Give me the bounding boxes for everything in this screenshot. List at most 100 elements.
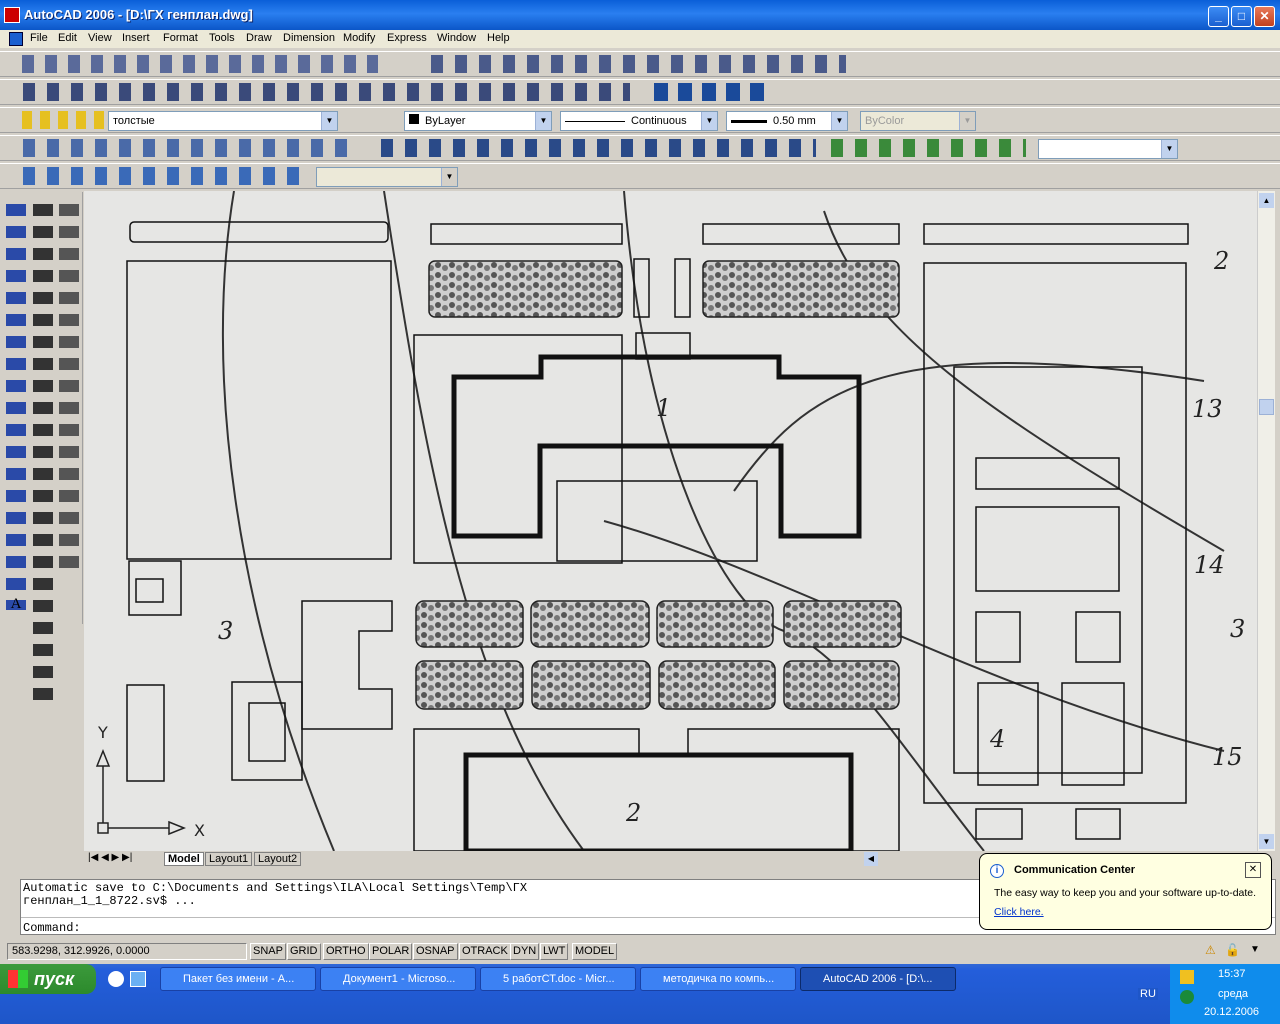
- status-menu-arrow-icon[interactable]: ▼: [1250, 944, 1260, 955]
- menu-dimension[interactable]: Dimension: [283, 32, 335, 44]
- solids-edit-icons[interactable]: [376, 139, 816, 157]
- menu-format[interactable]: Format: [163, 32, 198, 44]
- color-combo[interactable]: ByLayer ▼: [404, 111, 552, 131]
- menu-modify[interactable]: Modify: [343, 32, 375, 44]
- draw-modify-icons[interactable]: [18, 55, 378, 73]
- start-button[interactable]: пуск: [0, 964, 96, 994]
- solids-icons[interactable]: [18, 139, 358, 157]
- color-swatch: [409, 114, 419, 124]
- layer-state-icons: [18, 111, 108, 129]
- plan-label-4: 4: [989, 725, 1005, 753]
- minimize-button[interactable]: _: [1208, 6, 1229, 27]
- vertical-scrollbar[interactable]: ▲ ▼: [1257, 191, 1275, 851]
- clock-time[interactable]: 15:37: [1218, 968, 1246, 980]
- layer-combo[interactable]: толстые ▼: [108, 111, 338, 131]
- coordinates-display[interactable]: 583.9298, 312.9926, 0.0000: [7, 943, 247, 960]
- scroll-down-icon[interactable]: ▼: [1259, 834, 1274, 849]
- menu-view[interactable]: View: [88, 32, 112, 44]
- tab-model[interactable]: Model: [164, 852, 204, 866]
- tab-layout2[interactable]: Layout2: [254, 852, 302, 866]
- linetype-combo[interactable]: Continuous ▼: [560, 111, 718, 131]
- toolbar-row-4: ▼: [0, 135, 1280, 161]
- toolbar-row-5: ▼: [0, 163, 1280, 189]
- tray-update-icon[interactable]: [1180, 990, 1194, 1004]
- menu-bar: File Edit View Insert Format Tools Draw …: [0, 30, 1280, 74]
- grid-button[interactable]: GRID: [287, 943, 321, 960]
- solids-toolbar[interactable]: [59, 200, 79, 570]
- title-bar: AutoCAD 2006 - [D:\ГХ генплан.dwg] _ □ ✕: [0, 0, 1280, 30]
- plan-label-3-right: 3: [1230, 615, 1245, 643]
- site-plan-drawing: 1 2 3 4 13 14 3 15 2 Y X: [84, 191, 1257, 851]
- modify-toolbar[interactable]: [33, 200, 53, 710]
- command-prompt[interactable]: Command:: [23, 921, 81, 935]
- snap-button[interactable]: SNAP: [250, 943, 286, 960]
- menu-window[interactable]: Window: [437, 32, 476, 44]
- toolbar-row-3: толстые ▼ ByLayer ▼ Continuous ▼ 0.50 mm ▼ B…: [0, 107, 1280, 133]
- plan-label-14: 14: [1194, 551, 1225, 579]
- task-item-autocad[interactable]: AutoCAD 2006 - [D:\...: [800, 967, 956, 991]
- left-toolbars: A: [3, 192, 83, 710]
- clock-day: среда: [1218, 988, 1249, 1000]
- model-button[interactable]: MODEL: [572, 943, 618, 960]
- plan-label-2-right: 2: [1213, 247, 1229, 275]
- layer-combo-value: толстые: [113, 115, 155, 127]
- menu-express[interactable]: Express: [387, 32, 427, 44]
- media-player-icon[interactable]: [108, 971, 124, 987]
- view-combo[interactable]: ▼: [1038, 139, 1178, 159]
- view-icons[interactable]: [18, 167, 310, 185]
- scroll-thumb[interactable]: [1259, 399, 1274, 415]
- lwt-button[interactable]: LWT: [540, 943, 569, 960]
- task-item-rabotst[interactable]: 5 работСТ.doc - Micr...: [480, 967, 636, 991]
- ie-icon[interactable]: [130, 971, 146, 987]
- otrack-button[interactable]: OTRACK: [459, 943, 511, 960]
- ortho-button[interactable]: ORTHO: [323, 943, 369, 960]
- hscroll-left-icon[interactable]: ◀: [864, 852, 878, 866]
- draw-toolbar[interactable]: [6, 200, 26, 610]
- osnap-button[interactable]: OSNAP: [413, 943, 458, 960]
- dimension-icons[interactable]: [650, 83, 770, 101]
- tray-app-icon[interactable]: [1180, 970, 1194, 984]
- task-item-metodichka[interactable]: методичка по компь...: [640, 967, 796, 991]
- close-button[interactable]: ✕: [1254, 6, 1275, 27]
- plan-label-2: 2: [625, 799, 641, 827]
- language-indicator[interactable]: RU: [1138, 988, 1158, 1000]
- balloon-text: The easy way to keep you and your softwa…: [994, 887, 1257, 899]
- task-item-package[interactable]: Пакет без имени - А...: [160, 967, 316, 991]
- plan-label-15: 15: [1212, 743, 1243, 771]
- dyn-button[interactable]: DYN: [510, 943, 540, 960]
- chevron-down-icon: ▼: [701, 112, 717, 130]
- system-tray: RU 15:37 среда 20.12.2006: [1138, 964, 1280, 1024]
- polar-button[interactable]: POLAR: [369, 943, 413, 960]
- autocad-app-icon[interactable]: [4, 7, 20, 23]
- text-tool-icon[interactable]: A: [8, 596, 24, 612]
- lineweight-combo[interactable]: 0.50 mm ▼: [726, 111, 848, 131]
- render-icons[interactable]: [826, 139, 1026, 157]
- maximize-button[interactable]: □: [1231, 6, 1252, 27]
- balloon-close-icon[interactable]: ✕: [1245, 862, 1261, 878]
- snap-icons[interactable]: [426, 55, 846, 73]
- menu-insert[interactable]: Insert: [122, 32, 150, 44]
- clock-date: 20.12.2006: [1204, 1006, 1260, 1018]
- menu-help[interactable]: Help: [487, 32, 510, 44]
- warning-icon[interactable]: ⚠: [1205, 943, 1216, 957]
- tab-layout1[interactable]: Layout1: [205, 852, 253, 866]
- plan-label-1: 1: [656, 394, 671, 422]
- drawing-canvas[interactable]: 1 2 3 4 13 14 3 15 2 Y X: [84, 191, 1257, 851]
- lock-icon[interactable]: 🔓: [1225, 943, 1240, 957]
- task-item-document1[interactable]: Документ1 - Microso...: [320, 967, 476, 991]
- lineweight-combo-value: 0.50 mm: [773, 115, 816, 127]
- menu-file[interactable]: File: [30, 32, 48, 44]
- menu-draw[interactable]: Draw: [246, 32, 272, 44]
- menu-tools[interactable]: Tools: [209, 32, 235, 44]
- windows-logo-icon: [8, 970, 28, 988]
- status-bar: 583.9298, 312.9926, 0.0000 SNAP GRID ORT…: [5, 941, 1275, 961]
- menu-edit[interactable]: Edit: [58, 32, 77, 44]
- standard-icons[interactable]: [18, 83, 630, 101]
- ucs-y-label: Y: [97, 723, 108, 742]
- scroll-up-icon[interactable]: ▲: [1259, 193, 1274, 208]
- tab-nav-arrows-icon[interactable]: |◀ ◀ ▶ ▶|: [88, 852, 132, 863]
- balloon-link[interactable]: Click here.: [994, 906, 1044, 918]
- toolbar-row-2: [0, 79, 1280, 105]
- plotstyle-combo-value: ByColor: [865, 115, 905, 127]
- document-icon[interactable]: [9, 32, 23, 46]
